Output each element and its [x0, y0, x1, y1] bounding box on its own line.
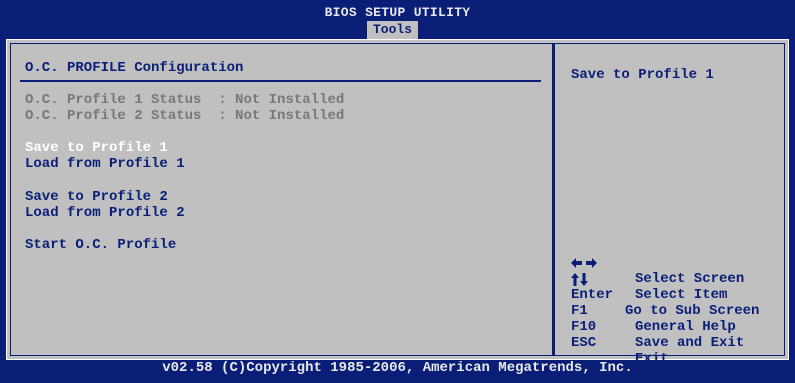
- save-to-profile-1-item[interactable]: Save to Profile 1: [25, 140, 168, 156]
- section-title: O.C. PROFILE Configuration: [25, 60, 244, 76]
- profile-2-status: O.C. Profile 2 Status : Not Installed: [25, 108, 344, 124]
- status-value: : Not Installed: [218, 92, 345, 108]
- copyright-footer: v02.58 (C)Copyright 1985-2006, American …: [162, 360, 633, 376]
- key-desc: Go to Sub Screen: [625, 303, 760, 319]
- main-panel: O.C. PROFILE Configuration O.C. Profile …: [6, 39, 789, 367]
- help-panel: Save to Profile 1 Select Screen Select I…: [555, 44, 784, 367]
- start-oc-profile-item[interactable]: Start O.C. Profile: [25, 237, 176, 253]
- help-text: Save to Profile 1: [571, 67, 714, 83]
- key-row-select-item: Select Item: [571, 255, 727, 303]
- key-row-enter: Enter Go to Sub Screen: [571, 271, 759, 319]
- tab-tools[interactable]: Tools: [367, 21, 418, 39]
- key-row-f1: F1 General Help: [571, 287, 736, 335]
- key-row-select-screen: Select Screen: [571, 239, 744, 287]
- save-to-profile-2-item[interactable]: Save to Profile 2: [25, 189, 168, 205]
- title-divider: [20, 80, 541, 82]
- key-row-f10: F10 Save and Exit: [571, 303, 744, 351]
- load-from-profile-2-item[interactable]: Load from Profile 2: [25, 205, 185, 221]
- bios-title: BIOS SETUP UTILITY: [324, 5, 471, 20]
- panel-frame: O.C. PROFILE Configuration O.C. Profile …: [10, 43, 785, 367]
- key-label: ESC: [571, 335, 597, 351]
- status-label: O.C. Profile 2 Status: [25, 108, 202, 124]
- profile-1-status: O.C. Profile 1 Status : Not Installed: [25, 92, 344, 108]
- load-from-profile-1-item[interactable]: Load from Profile 1: [25, 156, 185, 172]
- key-row-esc: ESC Exit: [571, 319, 669, 367]
- settings-panel: O.C. PROFILE Configuration O.C. Profile …: [11, 44, 552, 355]
- key-desc: General Help: [635, 319, 736, 335]
- key-desc: Select Item: [635, 287, 728, 303]
- key-desc: Save and Exit: [635, 335, 745, 351]
- status-value: : Not Installed: [218, 108, 345, 124]
- status-label: O.C. Profile 1 Status: [25, 92, 202, 108]
